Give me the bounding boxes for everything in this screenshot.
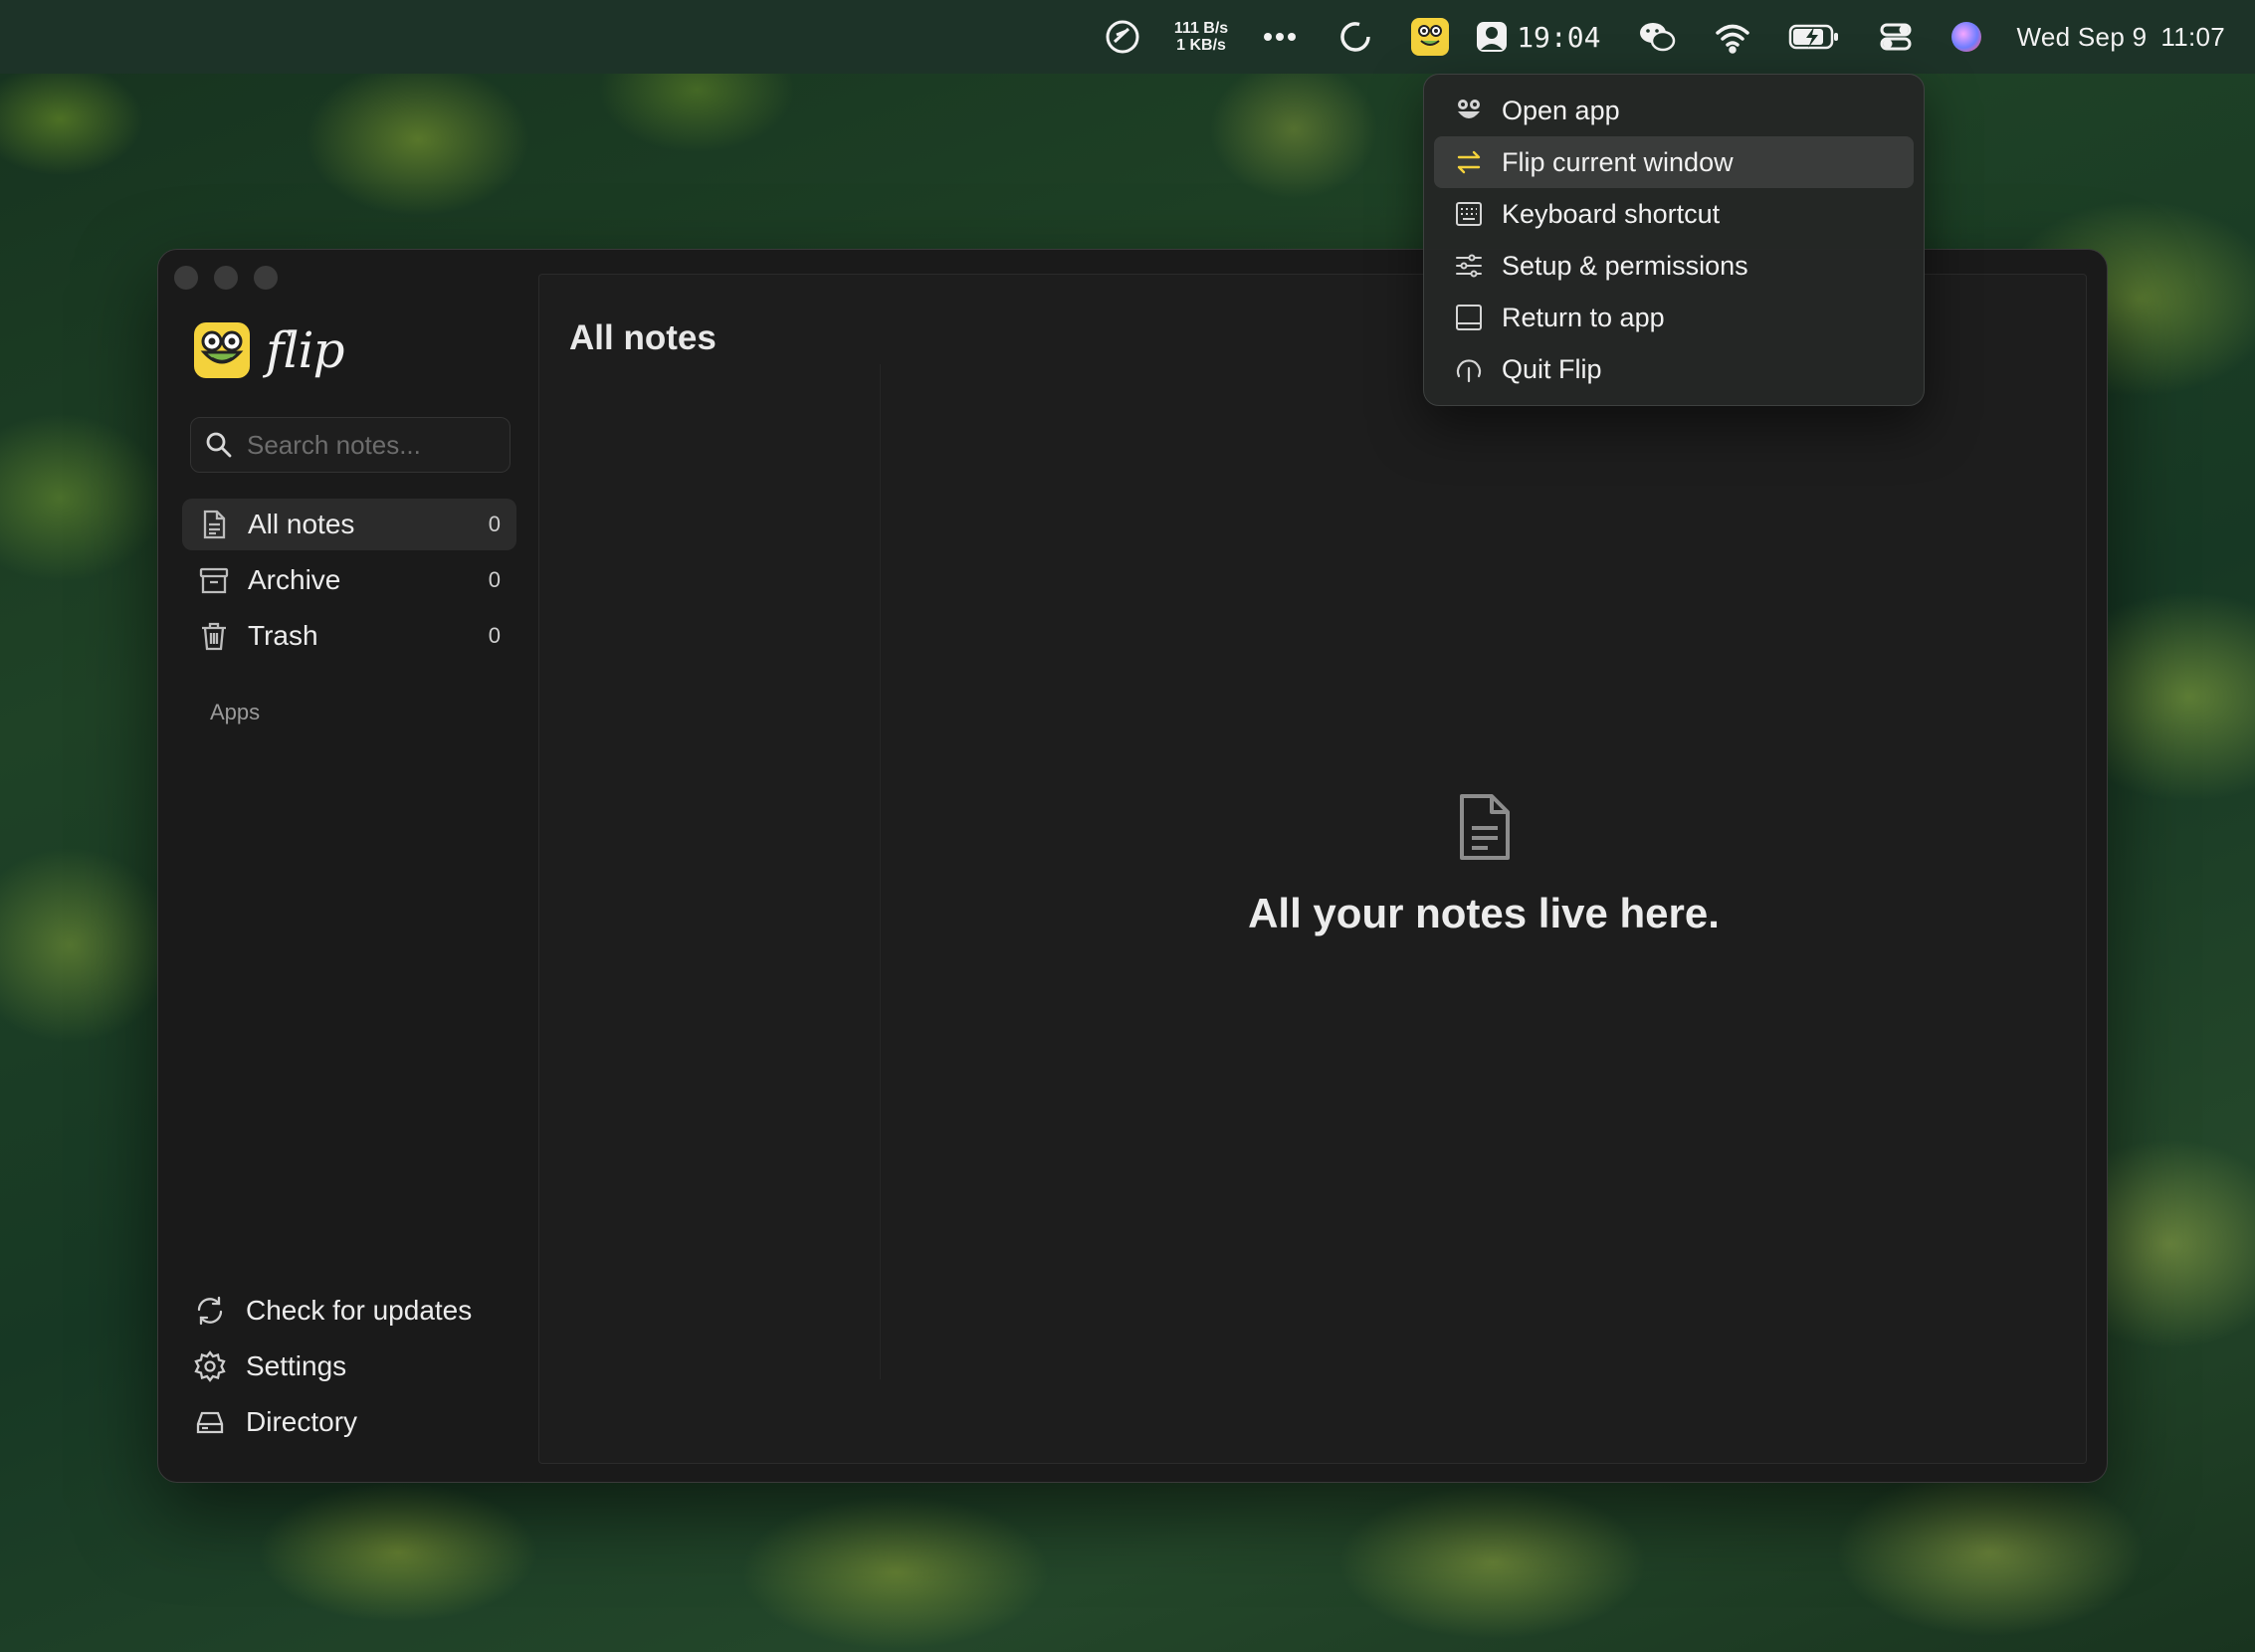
control-center-icon: [1880, 23, 1911, 51]
menu-item-return-to-app[interactable]: Return to app: [1434, 292, 1914, 343]
page-title: All notes: [569, 318, 717, 357]
sidebar-item-label: All notes: [248, 509, 355, 539]
flip-status-menu: Open app Flip current window Keyboard sh…: [1423, 74, 1925, 406]
status-menu-item-timer[interactable]: 19:04: [1475, 0, 1601, 74]
swap-arrows-icon: [1457, 150, 1481, 174]
frog-logo-icon: [194, 322, 250, 378]
battery-charging-icon: [1788, 24, 1838, 50]
sidebar-nav: All notes 0 Archive 0 Trash 0: [182, 499, 516, 666]
sidebar-item-count: 0: [488, 623, 501, 648]
sidebar-item-all-notes[interactable]: All notes 0: [182, 499, 516, 550]
search-box[interactable]: [190, 417, 511, 473]
menu-item-keyboard-shortcut[interactable]: Keyboard shortcut: [1434, 188, 1914, 240]
empty-document-icon: [1460, 794, 1510, 860]
check-for-updates-button[interactable]: Check for updates: [194, 1283, 512, 1339]
menu-item-flip-current-window[interactable]: Flip current window: [1434, 136, 1914, 188]
empty-state-message: All your notes live here.: [1248, 890, 1720, 936]
net-upload-rate: 111 B/s: [1173, 20, 1229, 37]
menu-item-label: Return to app: [1502, 302, 1665, 332]
status-menu-item-flip[interactable]: [1393, 0, 1467, 74]
speedometer-icon: [1106, 20, 1139, 54]
status-menu-item-wechat[interactable]: [1619, 0, 1695, 74]
menu-item-setup-permissions[interactable]: Setup & permissions: [1434, 240, 1914, 292]
sidebar-item-trash[interactable]: Trash 0: [182, 610, 516, 662]
menubar-clock[interactable]: Wed Sep 9 11:07: [2017, 0, 2226, 74]
app-brand: flip: [194, 321, 344, 379]
menubar-date: Wed Sep 9: [2016, 21, 2148, 52]
status-menu-item-sync[interactable]: [1318, 0, 1393, 74]
menu-item-quit-flip[interactable]: Quit Flip: [1434, 343, 1914, 395]
archive-icon: [199, 567, 229, 594]
wifi-icon: [1715, 24, 1749, 54]
status-menu-item-siri[interactable]: [1934, 0, 1999, 74]
refresh-icon: [197, 1296, 223, 1326]
net-download-rate: 1 KB/s: [1176, 37, 1226, 54]
power-icon: [1456, 359, 1482, 383]
timer-text: 19:04: [1517, 20, 1601, 54]
menu-item-open-app[interactable]: Open app: [1434, 85, 1914, 136]
status-menu-item-battery[interactable]: [1770, 0, 1858, 74]
status-menu-item-more[interactable]: [1242, 0, 1318, 74]
check-for-updates-label: Check for updates: [246, 1295, 473, 1326]
wechat-icon: [1639, 23, 1675, 52]
settings-label: Settings: [246, 1350, 347, 1381]
sidebar-item-count: 0: [488, 512, 501, 536]
status-menu-item-wifi[interactable]: [1695, 0, 1770, 74]
apps-section-heading: Apps: [210, 700, 261, 724]
search-icon: [206, 432, 232, 458]
menu-item-label: Setup & permissions: [1502, 250, 1748, 281]
menu-bar: 111 B/s 1 KB/s 19:04 Wed Sep 9 11:07: [0, 0, 2255, 74]
menu-item-label: Keyboard shortcut: [1502, 198, 1721, 229]
network-speed[interactable]: 111 B/s 1 KB/s: [1174, 0, 1228, 74]
loading-circle-icon: [1340, 22, 1370, 52]
document-icon: [203, 510, 226, 539]
sidebar-item-label: Trash: [248, 620, 318, 651]
window-icon: [1456, 305, 1482, 330]
sidebar-item-count: 0: [488, 567, 501, 592]
notes-main-panel: All notes All your notes live here.: [538, 274, 2087, 1464]
menu-item-label: Flip current window: [1502, 146, 1734, 177]
sidebar-item-archive[interactable]: Archive 0: [182, 554, 516, 606]
flip-menubar-icon: [1411, 18, 1450, 56]
sliders-icon: [1456, 254, 1482, 278]
menubar-time: 11:07: [2160, 21, 2225, 52]
sidebar-bottom-nav: Check for updates Settings Directory: [194, 1283, 512, 1450]
drive-icon: [196, 1411, 224, 1434]
status-menu-item-speedometer[interactable]: [1085, 0, 1160, 74]
sidebar: flip All notes 0 Archive 0 Trash 0 Ap: [158, 250, 538, 1482]
settings-button[interactable]: Settings: [194, 1339, 512, 1394]
app-name: flip: [266, 321, 344, 379]
empty-state: All your notes live here.: [880, 275, 2088, 1463]
keyboard-icon: [1456, 202, 1482, 226]
sidebar-item-label: Archive: [248, 564, 341, 595]
directory-label: Directory: [246, 1406, 358, 1437]
search-input[interactable]: [247, 429, 486, 461]
gear-icon: [194, 1350, 226, 1382]
siri-icon: [1950, 22, 1981, 52]
trash-icon: [202, 622, 226, 651]
user-icon: [1477, 22, 1508, 52]
menu-item-label: Open app: [1502, 95, 1620, 125]
frog-icon: [1458, 100, 1480, 118]
ellipsis-icon: [1264, 33, 1297, 41]
status-menu-item-control-center[interactable]: [1858, 0, 1934, 74]
menu-item-label: Quit Flip: [1502, 353, 1602, 384]
flip-window: flip All notes 0 Archive 0 Trash 0 Ap: [157, 249, 2108, 1483]
directory-button[interactable]: Directory: [194, 1394, 512, 1450]
